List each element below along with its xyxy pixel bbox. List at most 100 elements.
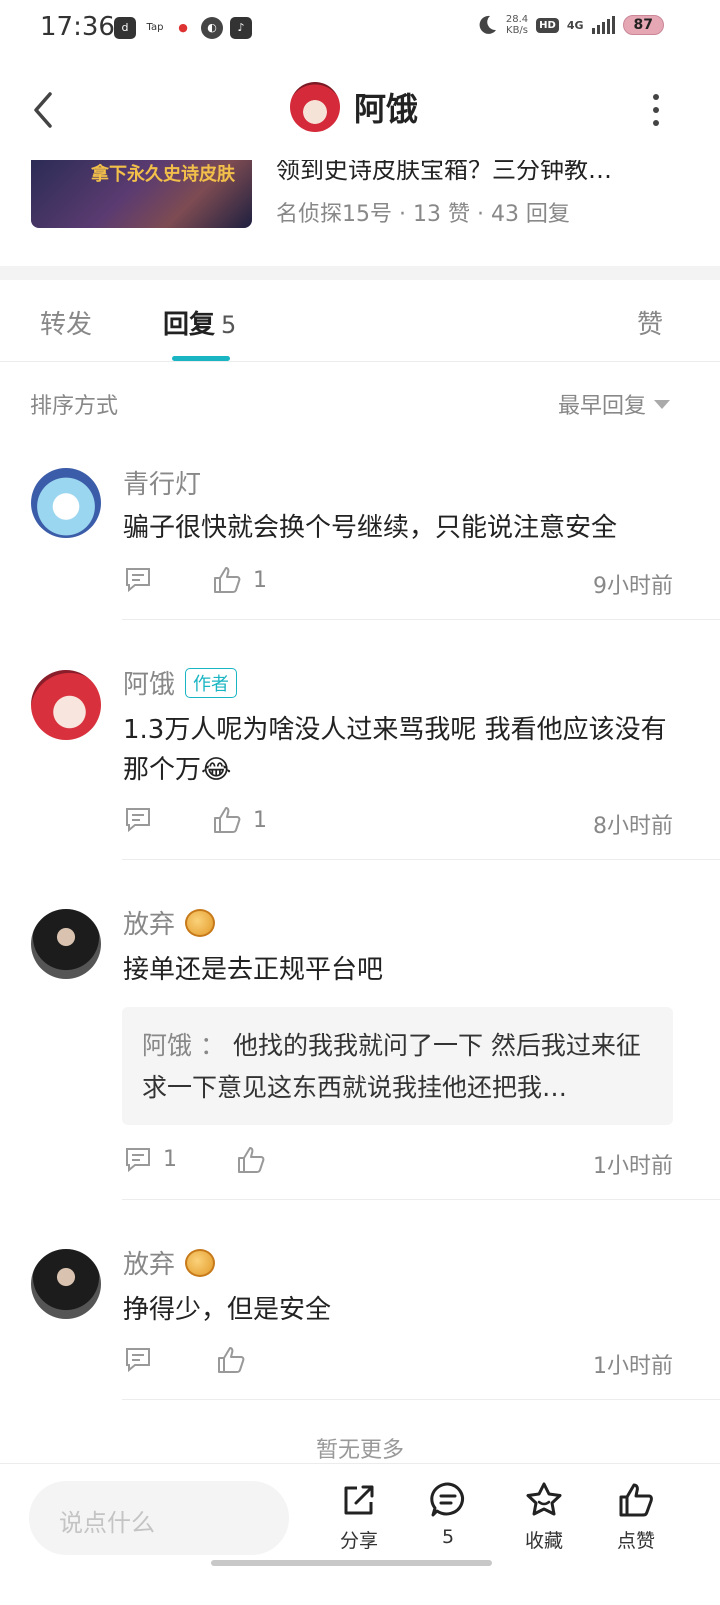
section-divider	[0, 266, 720, 280]
thumbs-up-icon	[238, 1147, 265, 1173]
comment-time: 1小时前	[593, 1354, 673, 1379]
tap-notification-icon: Tap	[142, 17, 168, 39]
comment-actions: 1 8小时前	[123, 804, 673, 844]
comment-author[interactable]: 放弃	[123, 1244, 216, 1281]
comment-actions: 1 9小时前	[123, 564, 673, 604]
home-indicator[interactable]	[211, 1560, 492, 1566]
post-thumbnail-text: 拿下永久史诗皮肤	[91, 164, 235, 185]
avatar[interactable]	[31, 670, 101, 740]
comment-divider	[122, 1199, 720, 1200]
quoted-reply[interactable]: 阿饿 ： 他找的我我就问了一下 然后我过来征求一下意见这东西就说我挂他还把我…	[122, 1007, 673, 1125]
avatar[interactable]	[31, 1249, 101, 1319]
net-speed-value: 28.4	[505, 14, 529, 25]
comment-actions: 1小时前	[123, 1344, 673, 1384]
comment-author[interactable]: 青行灯	[123, 464, 201, 501]
reply-button[interactable]	[123, 1344, 163, 1374]
like-button[interactable]	[215, 1344, 257, 1376]
comment-author-name: 青行灯	[123, 470, 202, 500]
comment-time: 1小时前	[593, 1154, 673, 1179]
sort-label: 排序方式	[30, 394, 119, 419]
comment-author-name: 阿饿	[123, 670, 176, 700]
avatar[interactable]	[290, 82, 340, 132]
post-title[interactable]: 领到史诗皮肤宝箱？三分钟教…	[276, 160, 612, 185]
thumbs-up-icon	[619, 1483, 653, 1517]
comment-divider	[122, 619, 720, 620]
comment-icon	[126, 808, 150, 833]
reply-button[interactable]: 1	[123, 1144, 177, 1174]
no-more-label: 暂无更多	[315, 1438, 404, 1463]
chat-bubble-icon	[430, 1482, 464, 1517]
comment-time: 8小时前	[593, 814, 673, 839]
chevron-left-icon	[34, 92, 52, 128]
quote-author: 阿饿	[142, 1031, 193, 1060]
like-button[interactable]: 1	[211, 564, 267, 596]
back-button[interactable]	[26, 88, 66, 132]
hd-badge: HD	[536, 17, 559, 33]
sort-row: 排序方式 最早回复	[0, 380, 720, 424]
like-label: 点赞	[616, 1530, 655, 1552]
net-speed-unit: KB/s	[506, 25, 529, 36]
favorite-button[interactable]: 收藏	[509, 1480, 579, 1553]
comment-author-name: 放弃	[123, 910, 176, 940]
thumbs-up-icon	[218, 1347, 245, 1373]
sort-value: 最早回复	[557, 394, 646, 419]
post-thumbnail[interactable]: 拿下永久史诗皮肤	[31, 160, 252, 228]
comment-divider	[122, 859, 720, 860]
medal-badge-icon	[185, 1248, 216, 1277]
like-button[interactable]: 1	[211, 804, 267, 836]
net-speed: 28.4 KB/s	[506, 14, 528, 36]
tab-reply-label: 回复	[163, 310, 216, 340]
share-label: 分享	[339, 1530, 378, 1552]
game-notification-icon: ●	[172, 17, 194, 39]
comment-time: 9小时前	[593, 574, 673, 599]
like-count: 1	[253, 567, 267, 593]
caret-down-icon	[654, 399, 670, 409]
linked-post-card[interactable]: 拿下永久史诗皮肤 领到史诗皮肤宝箱？三分钟教… 名侦探15号 · 13 赞 · …	[0, 160, 720, 260]
medal-badge-icon	[185, 908, 216, 937]
like-post-button[interactable]: 点赞	[601, 1480, 671, 1553]
comment-text: 骗子很快就会换个号继续，只能说注意安全	[123, 513, 618, 543]
comment-input[interactable]: 说点什么	[29, 1481, 289, 1555]
comment-text: 1.3万人呢为啥没人过来骂我呢 我看他应该没有那个万😂	[123, 715, 667, 785]
like-count: 1	[253, 807, 267, 833]
comment-icon	[126, 568, 150, 593]
comment-author[interactable]: 阿饿 作者	[123, 664, 238, 701]
sort-dropdown[interactable]: 最早回复	[558, 388, 670, 420]
app-notification-icon: d	[114, 17, 136, 39]
favorite-label: 收藏	[524, 1530, 563, 1552]
tab-forward[interactable]: 转发	[40, 304, 92, 341]
battery-indicator: 87	[622, 15, 664, 35]
compass-notification-icon: ◐	[201, 17, 223, 39]
page-title: 阿饿	[354, 90, 419, 128]
author-badge: 作者	[185, 667, 238, 698]
comment-author[interactable]: 放弃	[123, 904, 216, 941]
header-user[interactable]: 阿饿	[290, 82, 418, 132]
share-button[interactable]: 分享	[324, 1480, 394, 1553]
tab-bar: 转发 回复 5 赞	[0, 280, 720, 362]
more-options-icon[interactable]	[650, 94, 662, 126]
status-time: 17:36	[40, 12, 115, 42]
tab-reply-count: 5	[221, 311, 237, 339]
reply-button[interactable]	[123, 564, 163, 594]
network-type: 4G	[566, 18, 584, 32]
thumbs-up-icon	[214, 807, 241, 833]
like-button[interactable]	[235, 1144, 277, 1176]
reply-button[interactable]	[123, 804, 163, 834]
active-tab-indicator	[172, 356, 230, 361]
bottom-action-bar: 说点什么 分享 5 收藏 点赞	[0, 1463, 720, 1605]
comment-icon	[126, 1148, 150, 1173]
star-icon	[526, 1482, 562, 1516]
comment-author-name: 放弃	[123, 1250, 176, 1280]
comment-count: 5	[441, 1526, 455, 1548]
signal-icon	[591, 16, 615, 34]
tab-reply[interactable]: 回复 5	[163, 304, 236, 341]
status-bar: 17:36 d Tap ● ◐ ♪ 28.4 KB/s HD 4G 87	[0, 0, 720, 56]
tab-like[interactable]: 赞	[637, 304, 663, 341]
avatar[interactable]	[31, 468, 101, 538]
comment-button[interactable]: 5	[413, 1480, 483, 1548]
top-nav-bar: 阿饿	[0, 60, 720, 160]
avatar[interactable]	[31, 909, 101, 979]
share-icon	[344, 1485, 374, 1515]
comment-actions: 1 1小时前	[123, 1144, 673, 1184]
reply-count: 1	[163, 1146, 177, 1172]
